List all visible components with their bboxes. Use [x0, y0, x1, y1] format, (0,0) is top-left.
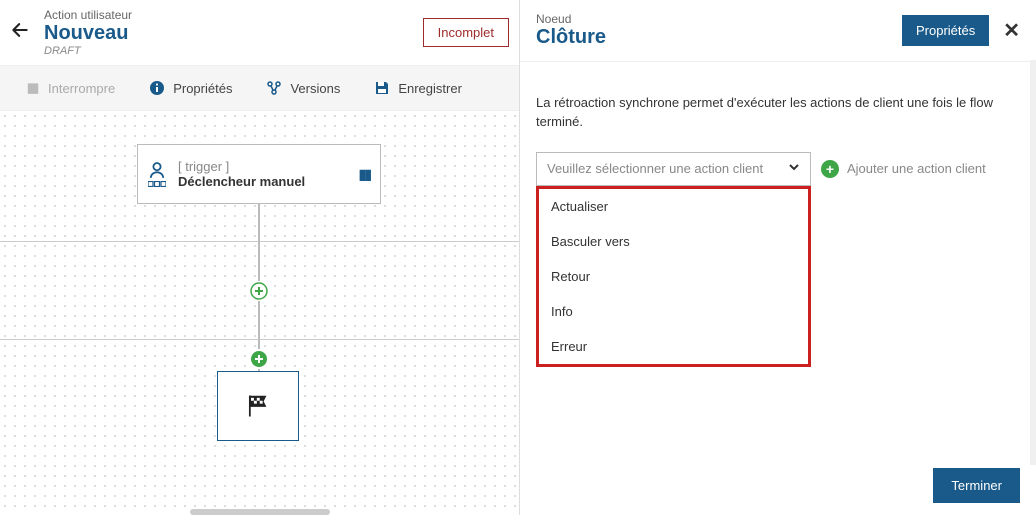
flag-icon	[244, 392, 272, 420]
breadcrumb: Action utilisateur	[44, 8, 423, 22]
pause-icon: ▮▮	[24, 80, 40, 96]
dropdown-option-basculer[interactable]: Basculer vers	[539, 224, 808, 259]
select-placeholder: Veuillez sélectionner une action client	[547, 161, 763, 176]
save-label: Enregistrer	[398, 81, 462, 96]
divider	[520, 61, 1036, 62]
toolbar: ▮▮ Interrompre Propriétés Versions Enreg…	[0, 65, 519, 111]
properties-label: Propriétés	[173, 81, 232, 96]
dropdown-option-erreur[interactable]: Erreur	[539, 329, 808, 364]
versions-label: Versions	[290, 81, 340, 96]
trigger-label: Déclencheur manuel	[178, 174, 359, 189]
add-client-action-button[interactable]: + Ajouter une action client	[821, 160, 986, 178]
save-button[interactable]: Enregistrer	[360, 76, 476, 100]
back-icon[interactable]	[10, 20, 30, 46]
description-text: La rétroaction synchrone permet d'exécut…	[520, 94, 1036, 132]
dropdown-option-info[interactable]: Info	[539, 294, 808, 329]
right-title: Clôture	[536, 26, 902, 49]
client-action-select[interactable]: Veuillez sélectionner une action client	[536, 152, 811, 186]
connector-line	[258, 204, 260, 281]
select-row: Veuillez sélectionner une action client …	[520, 152, 1036, 186]
interrupt-button[interactable]: ▮▮ Interrompre	[10, 76, 129, 100]
draft-label: DRAFT	[44, 45, 423, 57]
versions-icon	[266, 80, 282, 96]
info-icon	[149, 80, 165, 96]
plus-icon: +	[821, 160, 839, 178]
add-node-button[interactable]	[249, 349, 269, 369]
dropdown-option-actualiser[interactable]: Actualiser	[539, 189, 808, 224]
left-panel: Action utilisateur Nouveau DRAFT Incompl…	[0, 0, 520, 515]
save-icon	[374, 80, 390, 96]
status-badge: Incomplet	[423, 18, 509, 47]
right-header: Noeud Clôture Propriétés ✕	[520, 0, 1036, 61]
node-pause-button[interactable]: ▮▮	[359, 166, 370, 183]
add-node-button[interactable]	[249, 281, 269, 301]
add-action-label: Ajouter une action client	[847, 161, 986, 176]
page-title: Nouveau	[44, 22, 423, 45]
resize-handle[interactable]	[190, 509, 330, 515]
right-properties-button[interactable]: Propriétés	[902, 15, 989, 46]
properties-button[interactable]: Propriétés	[135, 76, 246, 100]
interrupt-label: Interrompre	[48, 81, 115, 96]
left-header: Action utilisateur Nouveau DRAFT Incompl…	[0, 0, 519, 65]
right-panel: Noeud Clôture Propriétés ✕ La rétroactio…	[520, 0, 1036, 515]
chevron-down-icon	[788, 161, 800, 176]
close-icon[interactable]: ✕	[1003, 18, 1020, 43]
client-action-dropdown: Actualiser Basculer vers Retour Info Err…	[536, 186, 811, 367]
dropdown-option-retour[interactable]: Retour	[539, 259, 808, 294]
flow-canvas[interactable]: [ trigger ] Déclencheur manuel ▮▮	[0, 111, 519, 515]
finish-button[interactable]: Terminer	[933, 468, 1020, 503]
right-breadcrumb: Noeud	[536, 12, 902, 26]
squares-icon	[148, 181, 166, 187]
versions-button[interactable]: Versions	[252, 76, 354, 100]
trigger-tag: [ trigger ]	[178, 159, 359, 174]
user-icon	[148, 161, 166, 187]
trigger-node[interactable]: [ trigger ] Déclencheur manuel ▮▮	[137, 144, 381, 204]
end-node[interactable]	[217, 371, 299, 441]
scrollbar[interactable]	[1030, 60, 1036, 465]
